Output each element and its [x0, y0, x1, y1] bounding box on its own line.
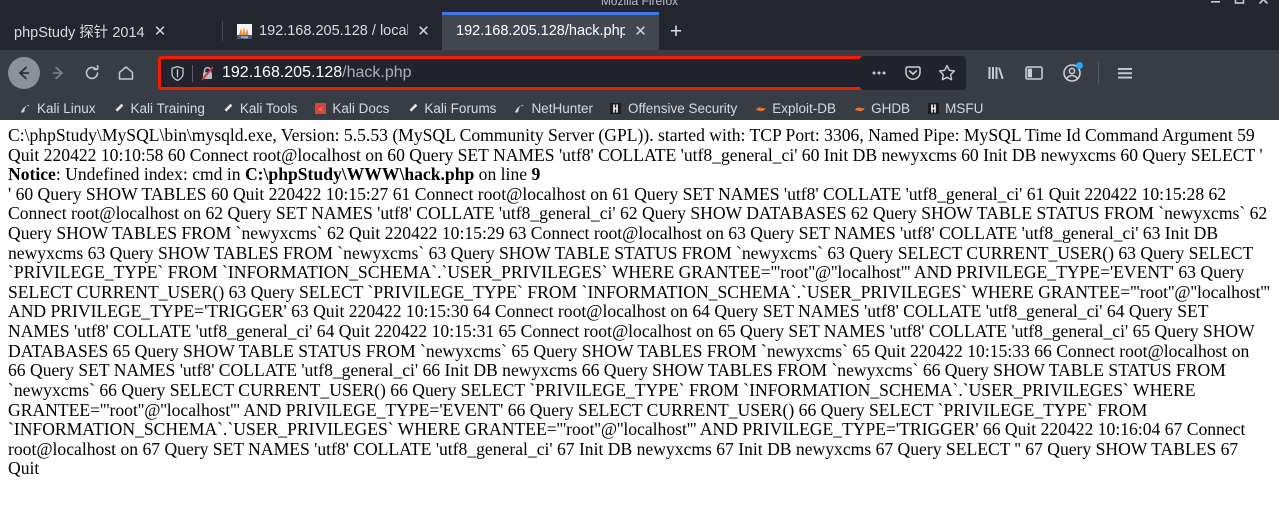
- bookmark-label: Kali Docs: [332, 100, 390, 116]
- bookmark-label: Offensive Security: [627, 100, 738, 116]
- url-divider: [192, 64, 193, 82]
- pocket-icon[interactable]: [901, 61, 925, 85]
- kali-tool-icon: [405, 101, 419, 115]
- url-host: 192.168.205.128: [222, 64, 343, 81]
- url-bar[interactable]: 192.168.205.128/hack.php: [158, 56, 878, 90]
- ellipsis-icon[interactable]: [867, 61, 891, 85]
- bookmark-label: Kali Forums: [424, 100, 497, 116]
- tab-close-icon[interactable]: ✕: [632, 23, 649, 40]
- bookmark-label: Kali Training: [130, 100, 205, 116]
- reload-icon[interactable]: [76, 57, 108, 89]
- php-notice-message: : Undefined index: cmd in: [55, 164, 245, 185]
- bookmark-label: NetHunter: [531, 100, 593, 116]
- toolbar-divider: [1098, 62, 1099, 84]
- kali-dragon-icon: [512, 101, 526, 115]
- log-segment-after-notice: ' 60 Query SHOW TABLES 60 Quit 220422 10…: [8, 183, 1270, 479]
- tab-phpmyadmin[interactable]: PMA 192.168.205.128 / localho ✕: [222, 12, 442, 50]
- kali-docs-icon: <: [313, 101, 327, 115]
- tab-phpstudy[interactable]: phpStudy 探针 2014 ✕: [0, 12, 222, 50]
- url-bar-container: 192.168.205.128/hack.php: [158, 56, 966, 90]
- library-icon[interactable]: [984, 61, 1008, 85]
- php-notice-file: C:\phpStudy\WWW\hack.php: [244, 164, 475, 185]
- kali-tool-icon: [221, 101, 235, 115]
- bookmark-ghdb[interactable]: GHDB: [844, 97, 918, 119]
- home-icon[interactable]: [110, 57, 142, 89]
- bookmark-label: GHDB: [871, 100, 911, 116]
- bookmark-label: Kali Tools: [239, 100, 298, 116]
- account-icon[interactable]: [1060, 61, 1084, 85]
- bookmark-kali-training[interactable]: Kali Training: [104, 97, 213, 119]
- url-text[interactable]: 192.168.205.128/hack.php: [222, 64, 412, 82]
- bookmark-exploit-db[interactable]: Exploit-DB: [745, 97, 844, 119]
- close-icon[interactable]: [1258, 0, 1269, 5]
- svg-text:PMA: PMA: [240, 35, 248, 39]
- tab-strip: phpStudy 探针 2014 ✕ PMA 192.168.205.128 /…: [0, 12, 1279, 50]
- bookmarks-bar: Kali Linux Kali Training Kali Tools < Ka…: [0, 96, 1279, 120]
- bookmark-msfu[interactable]: MSFU: [918, 97, 991, 119]
- tab-hack-php[interactable]: 192.168.205.128/hack.php ✕: [442, 12, 659, 50]
- mysql-query-log-output: C:\phpStudy\MySQL\bin\mysqld.exe, Versio…: [8, 125, 1271, 479]
- php-notice-online-text: on line: [474, 164, 532, 185]
- bookmark-label: Kali Linux: [37, 100, 96, 116]
- page-viewport: C:\phpStudy\MySQL\bin\mysqld.exe, Versio…: [0, 120, 1279, 512]
- forward-arrow-icon[interactable]: [42, 57, 74, 89]
- shield-icon[interactable]: [169, 65, 186, 82]
- exploitdb-icon: [753, 101, 767, 115]
- url-actions-group: [860, 56, 966, 90]
- bookmark-kali-docs[interactable]: < Kali Docs: [305, 97, 397, 119]
- log-segment-before-notice: C:\phpStudy\MySQL\bin\mysqld.exe, Versio…: [8, 125, 1263, 165]
- window-title: Mozilla Firefox: [600, 0, 679, 7]
- hamburger-menu-icon[interactable]: [1113, 61, 1137, 85]
- window-controls: [1210, 0, 1269, 5]
- tab-label: 192.168.205.128/hack.php: [456, 23, 625, 39]
- offsec-icon: [926, 101, 940, 115]
- tab-label: phpStudy 探针 2014: [14, 24, 145, 41]
- maximize-icon[interactable]: [1234, 0, 1245, 5]
- php-notice-label: Notice: [8, 164, 56, 185]
- bookmark-label: Exploit-DB: [772, 100, 837, 116]
- browser-window: Mozilla Firefox phpStudy 探针 2014 ✕ PMA 1…: [0, 0, 1279, 512]
- star-icon[interactable]: [935, 61, 959, 85]
- tab-close-icon[interactable]: ✕: [152, 23, 169, 40]
- window-titlebar: Mozilla Firefox: [0, 0, 1279, 12]
- bookmark-kali-tools[interactable]: Kali Tools: [213, 97, 306, 119]
- phpmyadmin-icon: PMA: [236, 23, 252, 39]
- back-arrow-icon[interactable]: [8, 57, 40, 89]
- kali-dragon-icon: [18, 101, 32, 115]
- url-path: /hack.php: [342, 64, 412, 81]
- svg-text:<: <: [318, 104, 322, 113]
- bookmark-kali-linux[interactable]: Kali Linux: [10, 97, 104, 119]
- insecure-lock-icon[interactable]: [199, 65, 216, 82]
- php-notice-line-number: 9: [531, 164, 541, 185]
- bookmark-offensive-security[interactable]: Offensive Security: [601, 97, 745, 119]
- offsec-icon: [609, 101, 623, 115]
- tab-close-icon[interactable]: ✕: [415, 23, 432, 40]
- kali-tool-icon: [112, 101, 126, 115]
- minimize-icon[interactable]: [1210, 0, 1221, 5]
- navigation-toolbar: 192.168.205.128/hack.php: [0, 50, 1279, 96]
- sidebar-icon[interactable]: [1022, 61, 1046, 85]
- bookmark-label: MSFU: [945, 100, 984, 116]
- toolbar-right-group: [984, 61, 1139, 85]
- account-notification-badge: [1076, 62, 1083, 69]
- bookmark-kali-forums[interactable]: Kali Forums: [397, 97, 504, 119]
- bookmark-nethunter[interactable]: NetHunter: [504, 97, 601, 119]
- exploitdb-icon: [852, 101, 866, 115]
- tab-label: 192.168.205.128 / localho: [259, 23, 408, 39]
- new-tab-button[interactable]: +: [659, 12, 693, 50]
